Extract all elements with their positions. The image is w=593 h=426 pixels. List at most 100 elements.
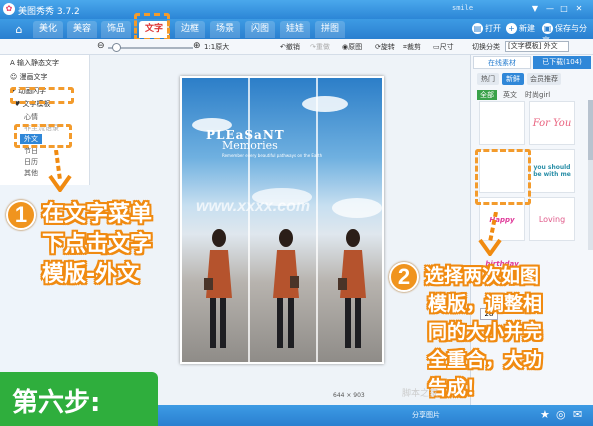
subtab-hot[interactable]: 热门: [477, 73, 499, 85]
tab-collage[interactable]: 拼图: [315, 21, 345, 38]
user-name[interactable]: smile: [452, 4, 473, 12]
tab-beauty[interactable]: 美容: [67, 21, 97, 38]
panel-divider: [316, 78, 318, 362]
maximize-icon[interactable]: □: [558, 3, 570, 14]
template-thumb[interactable]: [479, 101, 525, 145]
sub-item-mood[interactable]: 心情: [24, 112, 38, 122]
arrow-down-icon: [478, 212, 502, 256]
menu-bar: ⌂ 美化 美容 饰品 文字 边框 场景 闪图 娃娃 拼图 ▤ 打开 + 新建 ▣ 保存…: [0, 19, 593, 45]
subtab-vip[interactable]: 会员推荐: [527, 73, 561, 85]
step-label-banner: 第六步:: [0, 372, 158, 426]
sub-item-other[interactable]: 其他: [24, 168, 38, 178]
highlight-text-tab: [134, 13, 170, 41]
new-label: 新建: [519, 24, 535, 33]
girl-figure: [204, 229, 232, 348]
crop-button[interactable]: ⌗裁剪: [403, 42, 421, 52]
photo-text-subtitle: Remember every beautiful pathways on the…: [222, 153, 323, 158]
folder-icon: ▤: [472, 23, 483, 34]
menu-dropdown-icon[interactable]: ▼: [529, 3, 541, 14]
open-button[interactable]: ▤ 打开: [472, 23, 501, 35]
zoom-in-icon[interactable]: ⊕: [193, 41, 201, 51]
original-label: 原图: [348, 43, 363, 51]
app-title: 美图秀秀 3.7.2: [18, 7, 80, 17]
step2-text-line: 模版，调整相: [428, 293, 543, 315]
zoom-out-icon[interactable]: ⊖: [97, 41, 105, 51]
step1-text-line: 模版-外文: [42, 262, 140, 287]
resize-label: 尺寸: [439, 43, 454, 51]
step1-text-line: 在文字菜单: [42, 202, 153, 227]
undo-button[interactable]: ↶撤销: [280, 42, 300, 52]
sub-item-calendar[interactable]: 日历: [24, 157, 38, 167]
step2-text-line: 选择两次如图: [425, 265, 540, 287]
redo-label: 重做: [315, 43, 330, 51]
highlight-foreign: [14, 124, 72, 148]
step2-number-badge: 2: [389, 262, 419, 292]
title-bar: ✿ 美图秀秀 3.7.2 smile ▼ — □ ✕: [0, 0, 593, 19]
panel-divider: [248, 78, 250, 362]
weibo-icon[interactable]: ◎: [556, 408, 566, 421]
app-window: ✿ 美图秀秀 3.7.2 smile ▼ — □ ✕ ⌂ 美化 美容 饰品 文字…: [0, 0, 593, 426]
step-label-text: 第六步:: [12, 388, 101, 418]
qzone-icon[interactable]: ✉: [573, 408, 582, 421]
plus-icon: +: [506, 23, 517, 34]
comic-text-item[interactable]: ☺ 漫画文字: [10, 72, 48, 82]
crop-label: 裁剪: [406, 43, 421, 51]
tab-border[interactable]: 边框: [175, 21, 205, 38]
app-logo-icon: ✿: [3, 3, 15, 15]
panel-scroll-thumb[interactable]: [588, 100, 593, 160]
subtab-new[interactable]: 新鲜: [502, 73, 524, 85]
comic-icon: ☺: [10, 73, 20, 81]
tab-doll[interactable]: 娃娃: [280, 21, 310, 38]
left-panel: A 输入静态文字 ☺ 漫画文字 ✦ 动画闪字 ♥ 文字模板 心情 非主流语录 外…: [0, 55, 90, 185]
tab-downloaded[interactable]: 已下载(104): [533, 56, 591, 69]
close-icon[interactable]: ✕: [573, 3, 585, 14]
image-dimensions: 644 × 903: [333, 392, 365, 399]
step2-text-line: 全重合，大功: [428, 349, 543, 371]
open-label: 打开: [485, 24, 501, 33]
tab-online-materials[interactable]: 在线素材: [473, 56, 531, 69]
step1-number-badge: 1: [6, 200, 36, 230]
corner-watermark: 脚本之家: [402, 389, 439, 399]
girl-figure: [338, 229, 366, 348]
photo-canvas[interactable]: PLEaSaNT Memories Remember every beautif…: [180, 76, 384, 364]
tab-scene[interactable]: 场景: [210, 21, 240, 38]
star-icon[interactable]: ★: [540, 408, 550, 421]
static-text-label: 输入静态文字: [17, 59, 60, 67]
new-button[interactable]: + 新建: [506, 23, 535, 35]
zoom-slider-thumb[interactable]: [112, 43, 121, 52]
filter-fashion[interactable]: 时尚girl: [525, 90, 550, 100]
text-a-icon: A: [10, 59, 18, 67]
static-text-item[interactable]: A 输入静态文字: [10, 58, 59, 68]
minimize-icon[interactable]: —: [544, 3, 556, 14]
home-icon[interactable]: ⌂: [7, 21, 31, 38]
share-label[interactable]: 分享图片: [412, 410, 440, 420]
redo-button[interactable]: ↷重做: [310, 42, 330, 52]
template-thumb[interactable]: Loving: [529, 197, 575, 241]
toolbar: ⊖ ⊕ 1:1原大 ↶撤销 ↷重做 ◉原图 ⟳旋转 ⌗裁剪 ▭尺寸 切换分类 […: [0, 39, 593, 55]
tab-accessories[interactable]: 饰品: [101, 21, 131, 38]
resize-button[interactable]: ▭尺寸: [433, 42, 454, 52]
filter-english[interactable]: 英文: [503, 90, 517, 100]
girl-figure: [273, 229, 299, 348]
category-select[interactable]: [文字模板] 外文: [505, 41, 569, 52]
save-icon: ▣: [542, 23, 553, 34]
template-thumb[interactable]: For You: [529, 101, 575, 145]
filter-all[interactable]: 全部: [477, 90, 497, 100]
step1-text-line: 下点击文字: [42, 232, 153, 257]
tab-beautify[interactable]: 美化: [33, 21, 63, 38]
watermark-text: www.xxxx.com: [196, 198, 311, 215]
canvas-area: PLEaSaNT Memories Remember every beautif…: [90, 55, 470, 405]
template-thumb[interactable]: you should be with me: [529, 149, 575, 193]
rotate-button[interactable]: ⟳旋转: [375, 42, 395, 52]
original-button[interactable]: ◉原图: [342, 42, 362, 52]
resize-icon: ▭: [433, 43, 440, 51]
highlight-text-template: [10, 87, 74, 104]
arrow-down-icon: [48, 150, 72, 192]
category-label: 切换分类: [472, 43, 500, 51]
cloud-shape: [332, 198, 382, 218]
tab-flash[interactable]: 闪图: [245, 21, 275, 38]
rotate-label: 旋转: [380, 43, 395, 51]
zoom-actual-size[interactable]: 1:1原大: [204, 42, 229, 52]
comic-text-label: 漫画文字: [19, 73, 48, 81]
cloud-shape: [302, 96, 348, 112]
